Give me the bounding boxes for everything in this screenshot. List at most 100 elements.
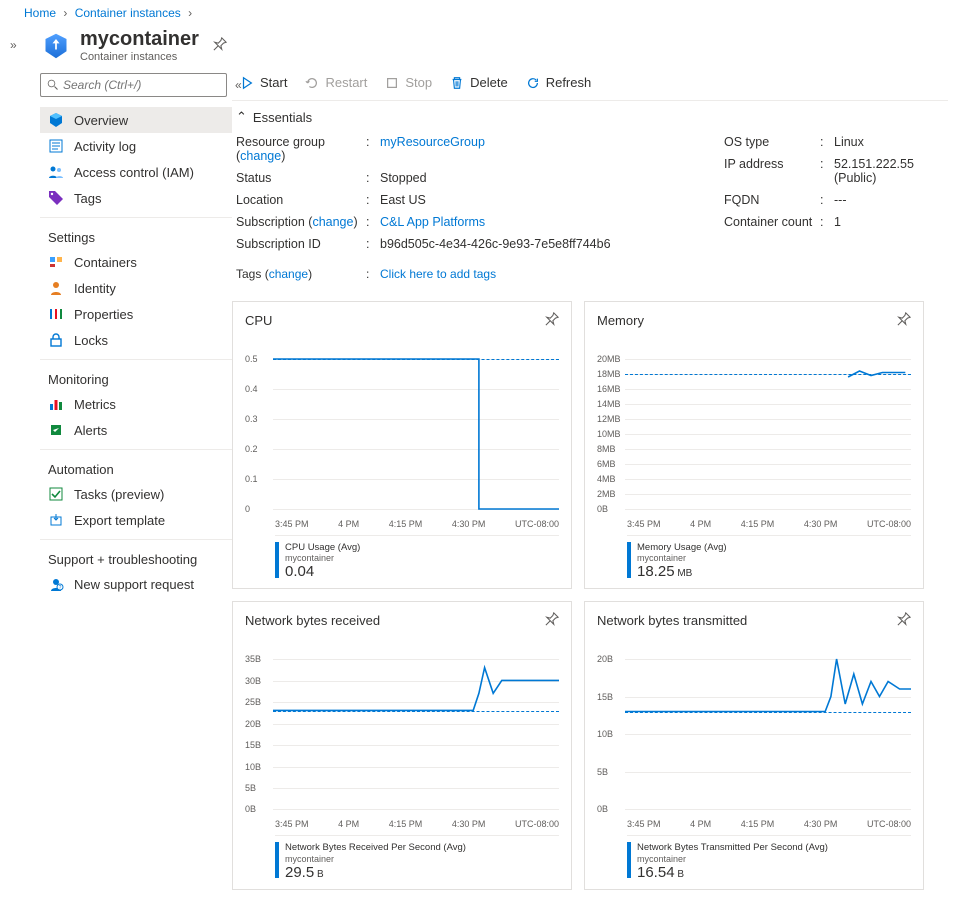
command-bar: Start Restart Stop Delete Refresh xyxy=(232,65,948,101)
metric-name: CPU Usage (Avg) xyxy=(285,542,360,553)
subscription-label: Subscription (change) xyxy=(236,215,366,229)
sidebar-item-export-template[interactable]: Export template xyxy=(40,507,232,533)
nav-heading-support: Support + troubleshooting xyxy=(40,539,232,571)
alerts-icon xyxy=(48,422,64,438)
chevron-up-icon: ⌃ xyxy=(236,109,247,125)
properties-icon xyxy=(48,306,64,322)
sidebar-item-alerts[interactable]: Alerts xyxy=(40,417,232,443)
sidebar-item-metrics[interactable]: Metrics xyxy=(40,391,232,417)
subscription-id-value: b96d505c-4e34-426c-9e93-7e5e8ff744b6 xyxy=(380,237,684,251)
y-tick: 20MB xyxy=(597,354,621,364)
y-tick: 14MB xyxy=(597,399,621,409)
nav-heading-automation: Automation xyxy=(40,449,232,481)
series-color-bar xyxy=(275,842,279,878)
export-icon xyxy=(48,512,64,528)
breadcrumb-container-instances[interactable]: Container instances xyxy=(75,6,181,20)
y-tick: 15B xyxy=(597,692,613,702)
y-tick: 12MB xyxy=(597,414,621,424)
x-tick: UTC-08:00 xyxy=(867,519,911,529)
svg-text:?: ? xyxy=(59,585,62,591)
sidebar-item-activity-log[interactable]: Activity log xyxy=(40,133,232,159)
charts-grid: CPU 0.50.40.30.20.103:45 PM4 PM4:15 PM4:… xyxy=(232,301,948,890)
sidebar-item-tasks[interactable]: Tasks (preview) xyxy=(40,481,232,507)
y-tick: 4MB xyxy=(597,474,616,484)
y-tick: 10B xyxy=(245,762,261,772)
subscription-value[interactable]: C&L App Platforms xyxy=(380,215,485,229)
refresh-button[interactable]: Refresh xyxy=(526,75,592,90)
x-tick: UTC-08:00 xyxy=(867,819,911,829)
status-label: Status xyxy=(236,171,366,185)
tasks-icon xyxy=(48,486,64,502)
start-button[interactable]: Start xyxy=(240,75,287,90)
sidebar-item-iam[interactable]: Access control (IAM) xyxy=(40,159,232,185)
x-tick: 4:30 PM xyxy=(452,819,486,829)
chart-title: CPU xyxy=(245,313,272,328)
y-tick: 0.4 xyxy=(245,384,258,394)
pin-chart-icon[interactable] xyxy=(545,312,559,329)
nav-heading-monitoring: Monitoring xyxy=(40,359,232,391)
x-tick: 3:45 PM xyxy=(275,519,309,529)
search-box[interactable] xyxy=(40,73,227,97)
activity-log-icon xyxy=(48,138,64,154)
ip-value: 52.151.222.55 (Public) xyxy=(834,157,944,185)
x-tick: 4:30 PM xyxy=(804,819,838,829)
rg-value[interactable]: myResourceGroup xyxy=(380,135,485,149)
y-tick: 0.5 xyxy=(245,354,258,364)
sidebar-item-containers[interactable]: Containers xyxy=(40,249,232,275)
x-tick: 4:15 PM xyxy=(389,519,423,529)
series-color-bar xyxy=(627,842,631,878)
series-color-bar xyxy=(627,542,631,578)
rg-change-link[interactable]: change xyxy=(240,149,281,163)
metric-value: 18.25 MB xyxy=(637,563,727,580)
status-value: Stopped xyxy=(380,171,684,185)
y-tick: 10B xyxy=(597,729,613,739)
y-tick: 0B xyxy=(597,804,608,814)
resource-header: » mycontainer Container instances xyxy=(0,24,960,65)
nav-label: Properties xyxy=(74,307,133,322)
pin-icon[interactable] xyxy=(213,37,227,54)
pin-chart-icon[interactable] xyxy=(545,612,559,629)
chevron-right-icon: › xyxy=(59,6,71,20)
containers-icon xyxy=(48,254,64,270)
metric-value: 16.54 B xyxy=(637,864,828,881)
x-tick: 4:30 PM xyxy=(452,519,486,529)
tags-value[interactable]: Click here to add tags xyxy=(380,267,496,281)
tags-change-link[interactable]: change xyxy=(269,267,308,281)
play-icon xyxy=(240,76,254,90)
chevron-right-icon: › xyxy=(184,6,196,20)
restart-icon xyxy=(305,76,319,90)
y-tick: 5B xyxy=(245,783,256,793)
pin-chart-icon[interactable] xyxy=(897,312,911,329)
nav-label: Alerts xyxy=(74,423,107,438)
sidebar-item-overview[interactable]: Overview xyxy=(40,107,232,133)
sub-change-link[interactable]: change xyxy=(312,215,353,229)
breadcrumb-home[interactable]: Home xyxy=(24,6,56,20)
sidebar-item-locks[interactable]: Locks xyxy=(40,327,232,353)
nav-label: Metrics xyxy=(74,397,116,412)
sidebar-item-identity[interactable]: Identity xyxy=(40,275,232,301)
series-color-bar xyxy=(275,542,279,578)
main-content: Start Restart Stop Delete Refresh ⌃ xyxy=(232,65,960,910)
x-tick: 4:15 PM xyxy=(389,819,423,829)
tags-label: Tags (change) xyxy=(236,267,366,281)
search-input[interactable] xyxy=(63,78,220,92)
metric-name: Network Bytes Received Per Second (Avg) xyxy=(285,842,466,853)
metrics-icon xyxy=(48,396,64,412)
metric-resource: mycontainer xyxy=(637,553,727,563)
essentials-toggle[interactable]: ⌃ Essentials xyxy=(236,109,944,131)
y-tick: 6MB xyxy=(597,459,616,469)
sidebar-item-properties[interactable]: Properties xyxy=(40,301,232,327)
people-icon xyxy=(48,164,64,180)
container-count-label: Container count xyxy=(724,215,820,229)
pin-chart-icon[interactable] xyxy=(897,612,911,629)
sidebar-item-tags[interactable]: Tags xyxy=(40,185,232,211)
metric-name: Memory Usage (Avg) xyxy=(637,542,727,553)
sidebar-item-support-request[interactable]: ? New support request xyxy=(40,571,232,597)
tag-icon xyxy=(48,190,64,206)
x-tick: 4:15 PM xyxy=(741,519,775,529)
chart-card-network-bytes-transmitted: Network bytes transmitted 20B15B10B5B0B3… xyxy=(584,601,924,889)
y-tick: 0.3 xyxy=(245,414,258,424)
expand-menu-icon[interactable]: » xyxy=(10,38,17,52)
search-icon xyxy=(47,79,59,91)
delete-button[interactable]: Delete xyxy=(450,75,508,90)
